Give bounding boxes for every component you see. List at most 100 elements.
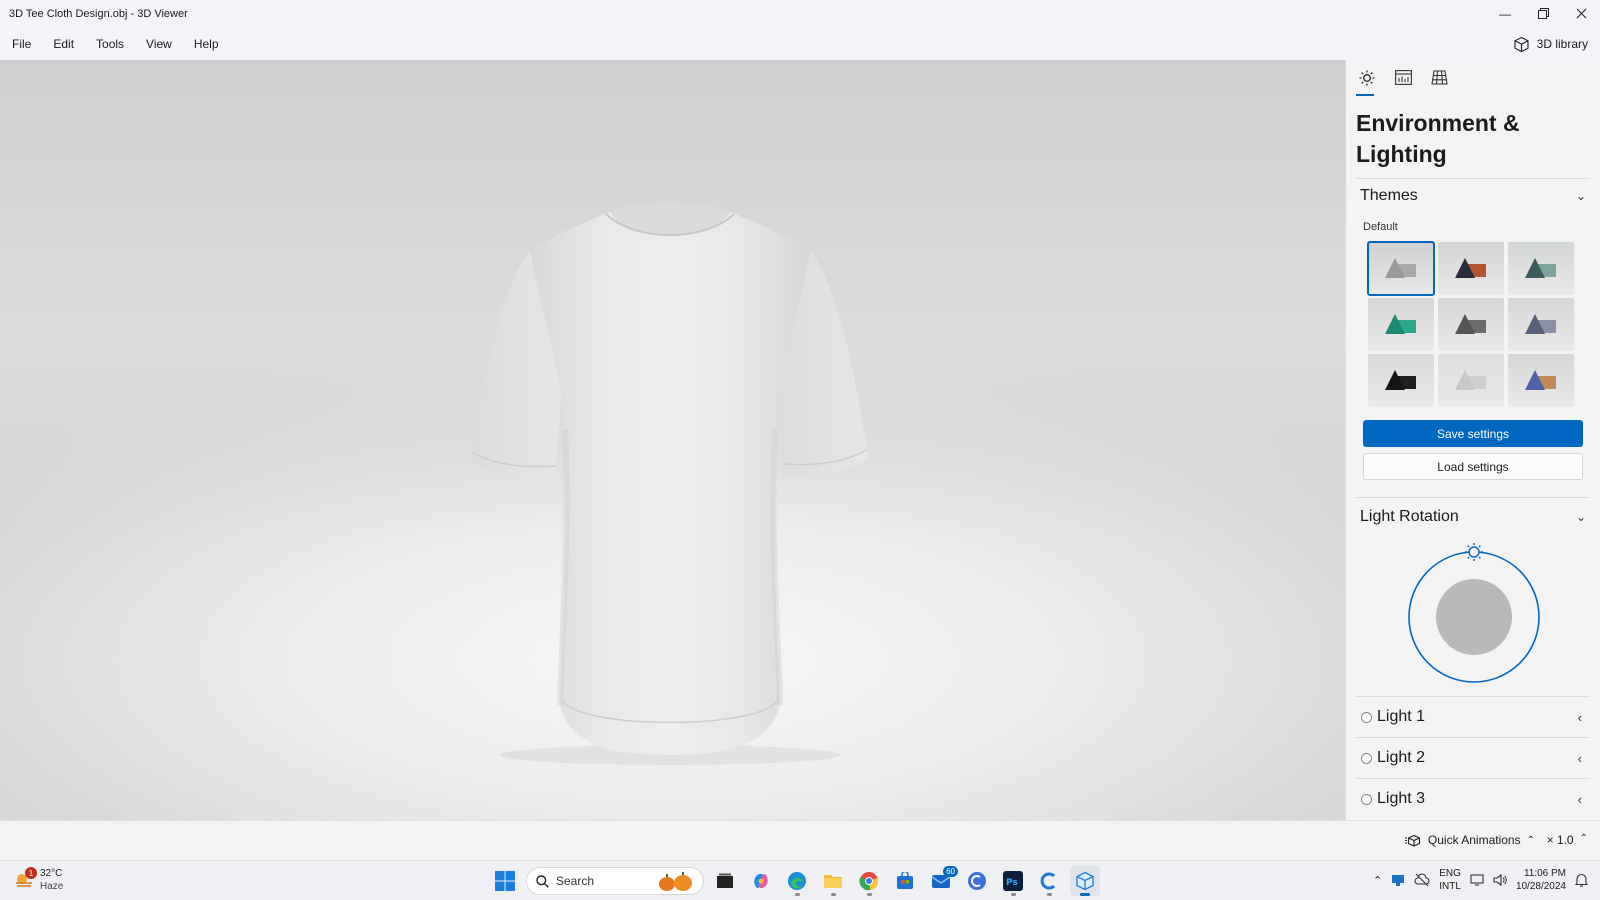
theme-swatch[interactable]	[1438, 298, 1504, 351]
theme-swatch[interactable]	[1508, 354, 1574, 407]
tab-environment[interactable]	[1356, 70, 1378, 96]
photoshop-button[interactable]: Ps	[998, 866, 1028, 896]
light-1-label: Light 1	[1377, 708, 1426, 725]
app-button[interactable]	[962, 866, 992, 896]
3d-viewport[interactable]	[0, 60, 1346, 820]
title-bar: 3D Tee Cloth Design.obj - 3D Viewer —	[0, 0, 1600, 27]
theme-swatch[interactable]	[1438, 242, 1504, 295]
light-rotation-section-header[interactable]: Light Rotation ⌄	[1360, 508, 1586, 526]
light-3-radio[interactable]	[1361, 793, 1372, 805]
clock[interactable]: 11:06 PM 10/28/2024	[1516, 867, 1566, 893]
theme-swatch[interactable]	[1368, 354, 1434, 407]
search-placeholder: Search	[556, 874, 595, 888]
light-2-row[interactable]: Light 2 ‹	[1356, 737, 1590, 778]
tab-stats[interactable]	[1392, 70, 1414, 96]
copilot-button[interactable]	[746, 866, 776, 896]
themes-heading: Themes	[1360, 187, 1418, 204]
divider	[1356, 497, 1590, 498]
clock-time: 11:06 PM	[1523, 868, 1566, 879]
chevron-left-icon: ‹	[1577, 709, 1582, 725]
speed-value: × 1.0	[1546, 833, 1574, 847]
chevron-down-icon: ⌄	[1575, 510, 1586, 524]
show-hidden-icons-icon[interactable]: ⌃	[1373, 874, 1382, 887]
menu-view[interactable]: View	[135, 27, 183, 60]
running-indicator	[867, 893, 872, 896]
theme-swatch[interactable]	[1438, 354, 1504, 407]
minimize-button[interactable]: —	[1486, 0, 1524, 27]
light-2-radio[interactable]	[1361, 752, 1372, 764]
theme-preview-icon	[1525, 370, 1556, 390]
app-circle-icon	[968, 872, 986, 890]
folder-icon	[824, 875, 842, 888]
running-indicator	[795, 893, 800, 896]
chevron-left-icon: ‹	[1577, 750, 1582, 766]
theme-preview-icon	[1385, 314, 1416, 334]
load-settings-button[interactable]: Load settings	[1363, 453, 1583, 480]
minimize-icon: —	[1499, 6, 1511, 21]
3d-viewer-icon	[1076, 871, 1094, 891]
light-2-label: Light 2	[1377, 749, 1426, 766]
light-1-radio[interactable]	[1361, 711, 1372, 723]
task-view-button[interactable]	[710, 866, 740, 896]
display-icon[interactable]	[1470, 873, 1484, 887]
chrome-button[interactable]	[854, 866, 884, 896]
tshirt-model[interactable]	[470, 200, 870, 770]
volume-icon[interactable]	[1493, 873, 1507, 887]
chevron-left-icon: ‹	[1577, 791, 1582, 807]
themes-section-header[interactable]: Themes ⌄	[1360, 187, 1586, 205]
cloud-offline-icon[interactable]	[1414, 873, 1430, 887]
light-rotation-heading: Light Rotation	[1360, 508, 1459, 525]
theme-preview-icon	[1385, 370, 1416, 390]
start-button[interactable]	[490, 866, 520, 896]
system-tray: ⌃ ENG INTL 11:06 PM 10/28/2024	[1373, 867, 1588, 893]
restore-button[interactable]	[1524, 0, 1562, 27]
menu-tools[interactable]: Tools	[85, 27, 135, 60]
weather-condition: Haze	[40, 881, 64, 892]
theme-swatch[interactable]	[1508, 298, 1574, 351]
cube-icon	[1514, 36, 1529, 52]
notification-bell-icon[interactable]	[1575, 873, 1588, 887]
speed-selector[interactable]: × 1.0 ⌃	[1547, 833, 1588, 847]
chrome-icon	[859, 872, 879, 891]
theme-swatch[interactable]	[1368, 298, 1434, 351]
ccleaner-button[interactable]	[1034, 866, 1064, 896]
light-1-row[interactable]: Light 1 ‹	[1356, 696, 1590, 737]
store-button[interactable]	[890, 866, 920, 896]
weather-badge: 1	[25, 867, 37, 879]
mail-badge: 60	[943, 866, 958, 877]
theme-swatch[interactable]	[1367, 241, 1435, 296]
windows-logo-icon	[495, 871, 515, 891]
quick-animations-button[interactable]: Quick Animations ⌃	[1404, 833, 1535, 847]
save-settings-button[interactable]: Save settings	[1363, 420, 1583, 447]
quick-animations-label: Quick Animations	[1427, 833, 1521, 847]
taskbar-search[interactable]: Search	[526, 867, 704, 895]
weather-widget[interactable]: 1 32°C Haze	[14, 867, 63, 893]
window-controls: —	[1486, 0, 1600, 27]
3d-library-label: 3D library	[1536, 37, 1588, 51]
light-3-row[interactable]: Light 3 ‹	[1356, 778, 1590, 819]
divider	[1356, 178, 1590, 179]
edge-button[interactable]	[782, 866, 812, 896]
menu-file[interactable]: File	[0, 27, 42, 60]
light-rotation-dial[interactable]	[1406, 543, 1542, 685]
mail-button[interactable]: 60	[926, 866, 958, 896]
running-indicator	[1047, 893, 1052, 896]
network-app-icon[interactable]	[1391, 873, 1405, 887]
3d-viewer-button[interactable]	[1070, 866, 1100, 896]
taskbar: 1 32°C Haze Search 60 Ps ⌃ ENG INTL 11:0…	[0, 860, 1600, 900]
store-icon	[897, 872, 913, 889]
photoshop-icon: Ps	[1003, 871, 1023, 891]
file-explorer-button[interactable]	[818, 866, 848, 896]
menu-help[interactable]: Help	[183, 27, 230, 60]
input-language[interactable]: ENG INTL	[1439, 867, 1461, 893]
menu-edit[interactable]: Edit	[42, 27, 85, 60]
copilot-icon	[754, 873, 768, 889]
theme-swatch[interactable]	[1508, 242, 1574, 295]
3d-library-button[interactable]: 3D library	[1513, 31, 1588, 57]
close-button[interactable]	[1562, 0, 1600, 27]
sun-icon	[1359, 70, 1375, 86]
theme-preview-icon	[1455, 258, 1486, 278]
weather-temp: 32°C	[40, 868, 63, 879]
pumpkin-icon	[659, 872, 692, 891]
tab-mesh[interactable]	[1428, 70, 1450, 96]
